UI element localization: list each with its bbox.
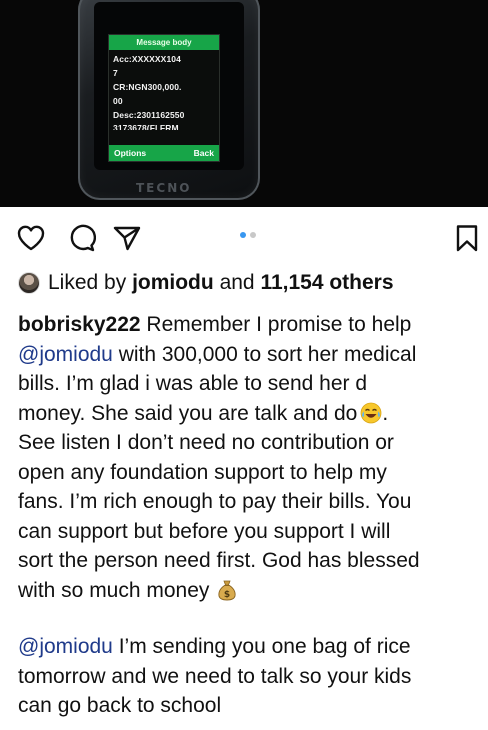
screen-title: Message body: [109, 35, 219, 50]
money-bag-emoji: $: [216, 579, 238, 601]
post-comment: @jomiodu I’m sending you one bag of rice…: [18, 632, 480, 721]
caption-text: money. She said you are talk and do: [18, 401, 358, 425]
softkey-options: Options: [114, 148, 147, 158]
caption-text: with so much money: [18, 578, 210, 602]
carousel-dot: [250, 232, 256, 238]
screen-line: 3173678(FI FRM: [113, 123, 179, 130]
caption-text: open any foundation support to help my: [18, 460, 387, 484]
svg-text:$: $: [224, 590, 230, 600]
caption-text: with 300,000 to sort her medical: [112, 342, 417, 366]
softkey-back: Back: [193, 148, 214, 158]
laughing-crying-emoji: [360, 402, 382, 424]
comment-text: I’m sending you one bag of rice: [112, 635, 411, 658]
likes-row[interactable]: Liked by jomiodu and 11,154 others: [18, 268, 394, 298]
caption-text: fans. I’m rich enough to pay their bills…: [18, 490, 412, 513]
caption-text: sort the person need first. God has bles…: [18, 549, 420, 572]
screen-body: Acc:XXXXXX104 7 CR:NGN300,000. 00 Desc:2…: [109, 50, 219, 132]
screen-line: 00: [113, 96, 123, 106]
share-icon[interactable]: [112, 223, 142, 253]
softkey-bar: Options Back: [109, 145, 219, 161]
comment-text: tomorrow and we need to talk so your kid…: [18, 664, 412, 688]
comment-icon[interactable]: [66, 223, 96, 253]
caption-text: bills. I’m glad i was able to send her d: [18, 372, 368, 395]
likes-prefix: Liked by: [48, 271, 127, 294]
liked-by-user-link[interactable]: jomiodu: [132, 271, 214, 295]
comment-text: can go back to school: [18, 694, 222, 717]
likes-count-link[interactable]: 11,154 others: [260, 271, 393, 295]
screen-line: 7: [113, 68, 118, 78]
post-caption: bobrisky222 Remember I promise to help @…: [18, 310, 480, 605]
avatar[interactable]: [18, 272, 40, 294]
caption-text: .: [382, 401, 389, 425]
carousel-dot-active: [240, 232, 246, 238]
likes-middle: and: [219, 271, 255, 294]
carousel-indicator: [240, 232, 256, 238]
caption-text: can support but before you support I wil…: [18, 519, 391, 543]
phone-brand-logo: TECNO: [136, 181, 192, 195]
heart-icon[interactable]: [16, 223, 46, 253]
caption-username-link[interactable]: bobrisky222: [18, 313, 141, 336]
bookmark-icon[interactable]: [452, 223, 482, 253]
screen-line: Acc:XXXXXX104: [113, 54, 181, 64]
screen-line: Desc:2301162550: [113, 110, 185, 120]
comment-mention-link[interactable]: @jomiodu: [18, 635, 113, 658]
screen-line: CR:NGN300,000.: [113, 82, 182, 92]
caption-text: Remember I promise to help: [140, 313, 412, 336]
caption-text: See listen I don’t need no contribution …: [18, 431, 394, 454]
post-photo[interactable]: Message body Acc:XXXXXX104 7 CR:NGN300,0…: [0, 0, 488, 207]
phone-screen: Message body Acc:XXXXXX104 7 CR:NGN300,0…: [108, 34, 220, 162]
caption-mention-link[interactable]: @jomiodu: [18, 343, 113, 366]
